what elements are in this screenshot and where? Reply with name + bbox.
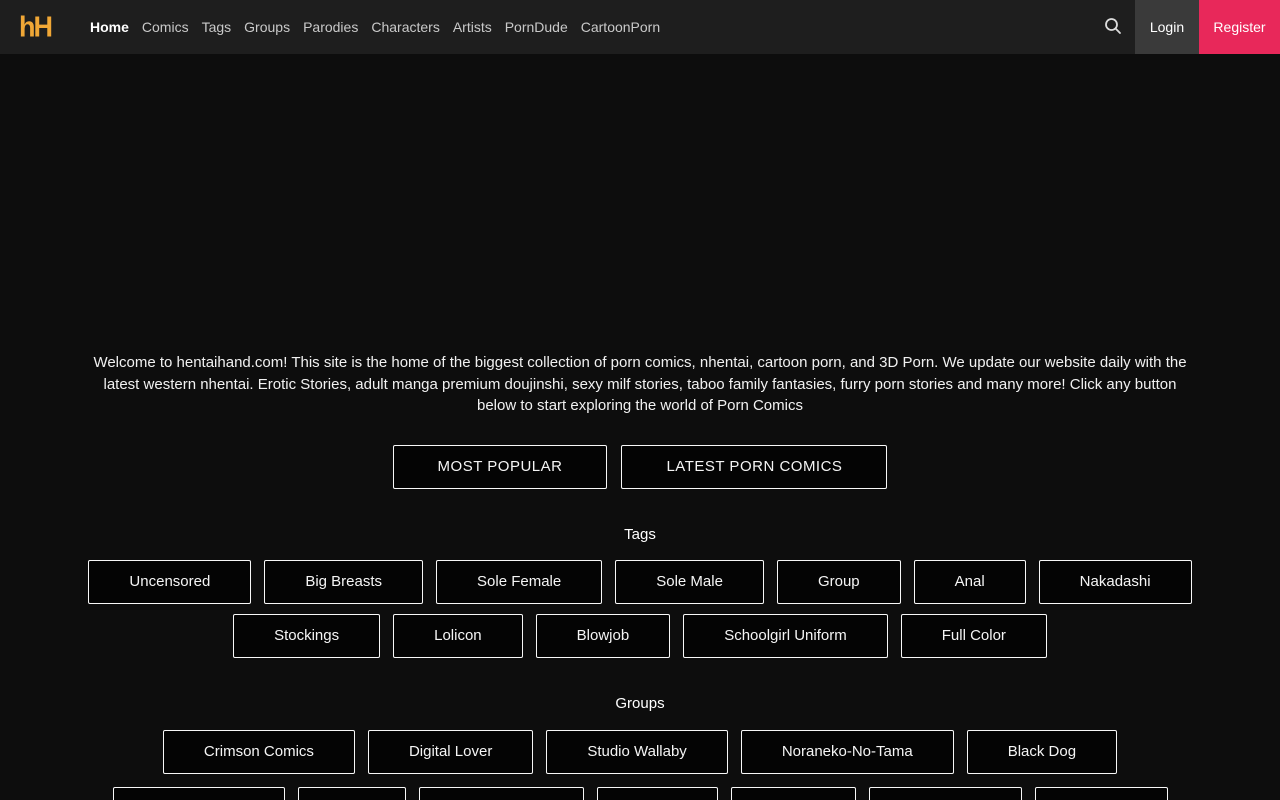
nav-item-parodies[interactable]: Parodies: [303, 19, 358, 35]
tags-row-1: Uncensored Big Breasts Sole Female Sole …: [0, 559, 1280, 604]
tag-button-stockings[interactable]: Stockings: [233, 613, 381, 658]
group-button-truncated[interactable]: [730, 786, 856, 800]
groups-section-title: Groups: [615, 694, 665, 712]
most-popular-button[interactable]: MOST POPULAR: [392, 444, 608, 489]
tags-row-2: Stockings Lolicon Blowjob Schoolgirl Uni…: [0, 613, 1280, 658]
tag-button-schoolgirl-uniform[interactable]: Schoolgirl Uniform: [683, 613, 888, 658]
groups-row-2-truncated: [0, 786, 1280, 800]
tag-button-uncensored[interactable]: Uncensored: [88, 559, 252, 604]
nav-item-groups[interactable]: Groups: [244, 19, 290, 35]
nav-item-comics[interactable]: Comics: [142, 19, 189, 35]
group-button-truncated[interactable]: [868, 786, 1022, 800]
nav-item-porndude[interactable]: PornDude: [505, 19, 568, 35]
group-button-crimson-comics[interactable]: Crimson Comics: [162, 729, 355, 774]
tag-button-group[interactable]: Group: [776, 559, 901, 604]
login-button[interactable]: Login: [1135, 0, 1199, 54]
group-button-truncated[interactable]: [596, 786, 718, 800]
tags-section-title: Tags: [624, 525, 656, 543]
nav-item-characters[interactable]: Characters: [371, 19, 439, 35]
latest-porn-comics-button[interactable]: LATEST PORN COMICS: [621, 444, 888, 489]
cta-row: MOST POPULAR LATEST PORN COMICS: [0, 444, 1280, 489]
header-right: Login Register: [1091, 0, 1280, 54]
group-button-truncated[interactable]: [112, 786, 285, 800]
search-icon: [1104, 17, 1122, 38]
tag-button-anal[interactable]: Anal: [913, 559, 1026, 604]
group-button-truncated[interactable]: [1034, 786, 1168, 800]
nav-item-artists[interactable]: Artists: [453, 19, 492, 35]
tag-button-sole-male[interactable]: Sole Male: [615, 559, 764, 604]
welcome-text: Welcome to hentaihand.com! This site is …: [93, 354, 1187, 414]
main-nav: Home Comics Tags Groups Parodies Charact…: [90, 0, 660, 54]
nav-item-tags[interactable]: Tags: [202, 19, 232, 35]
group-button-truncated[interactable]: [418, 786, 584, 800]
groups-row-1: Crimson Comics Digital Lover Studio Wall…: [0, 729, 1280, 774]
group-button-truncated[interactable]: [297, 786, 406, 800]
group-button-digital-lover[interactable]: Digital Lover: [367, 729, 534, 774]
tag-button-blowjob[interactable]: Blowjob: [535, 613, 671, 658]
logo-hh-icon: hH: [19, 10, 53, 43]
nav-item-cartoonporn[interactable]: CartoonPorn: [581, 19, 660, 35]
group-button-black-dog[interactable]: Black Dog: [966, 729, 1118, 774]
search-button[interactable]: [1091, 0, 1135, 54]
register-button[interactable]: Register: [1199, 0, 1280, 54]
tag-button-sole-female[interactable]: Sole Female: [436, 559, 603, 604]
nav-item-home[interactable]: Home: [90, 19, 129, 35]
tag-button-lolicon[interactable]: Lolicon: [393, 613, 523, 658]
header: hH Home Comics Tags Groups Parodies Char…: [0, 0, 1280, 54]
group-button-studio-wallaby[interactable]: Studio Wallaby: [546, 729, 728, 774]
group-button-noraneko-no-tama[interactable]: Noraneko-No-Tama: [740, 729, 954, 774]
tag-button-nakadashi[interactable]: Nakadashi: [1038, 559, 1192, 604]
tag-button-full-color[interactable]: Full Color: [900, 613, 1047, 658]
site-logo[interactable]: hH: [0, 0, 60, 54]
tag-button-big-breasts[interactable]: Big Breasts: [264, 559, 424, 604]
